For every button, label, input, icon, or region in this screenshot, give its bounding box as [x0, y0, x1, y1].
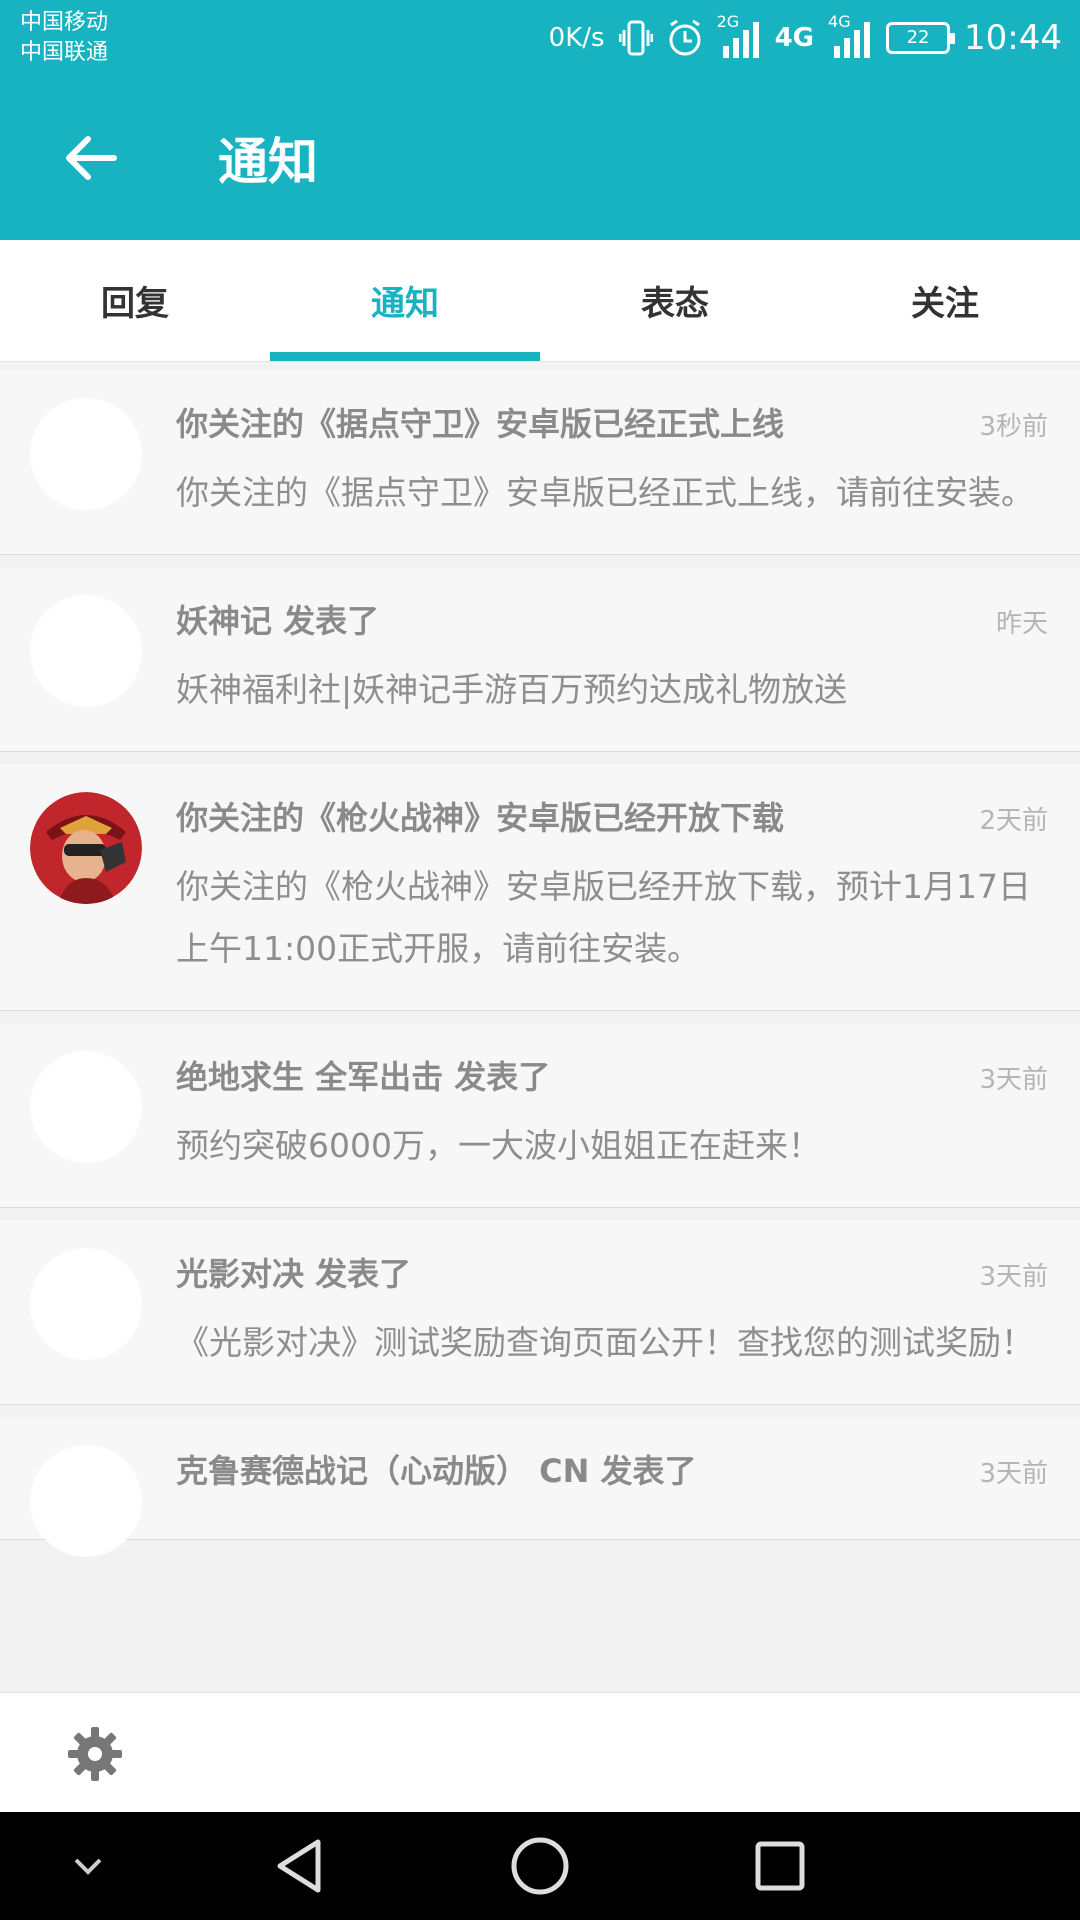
- tab-following[interactable]: 关注: [810, 240, 1080, 361]
- notification-title: 你关注的《据点守卫》安卓版已经正式上线: [176, 405, 785, 443]
- notification-time: 2天前: [979, 806, 1048, 836]
- tab-replies[interactable]: 回复: [0, 240, 270, 361]
- arrow-left-icon: [66, 136, 117, 180]
- notification-title: 妖神记 发表了: [176, 602, 380, 640]
- net-4g-label: 4G: [774, 23, 815, 53]
- list-item[interactable]: 绝地求生 全军出击 发表了 3天前 预约突破6000万，一大波小姐姐正在赶来！: [0, 1023, 1080, 1208]
- battery-indicator: 22: [886, 22, 956, 54]
- alarm-icon: [667, 19, 703, 57]
- nav-home-button[interactable]: [504, 1830, 576, 1902]
- app-bar: 通知: [0, 76, 1080, 240]
- avatar: [30, 792, 142, 904]
- carrier-1: 中国移动: [20, 10, 109, 35]
- notification-title: 光影对决 发表了: [176, 1255, 412, 1293]
- notification-time: 昨天: [995, 609, 1048, 639]
- notification-body: 你关注的《据点守卫》安卓版已经正式上线，请前往安装。: [176, 473, 1034, 512]
- notification-time: 3天前: [979, 1065, 1048, 1095]
- bottom-toolbar: [0, 1692, 1080, 1812]
- list-item[interactable]: 你关注的《据点守卫》安卓版已经正式上线 3秒前 你关注的《据点守卫》安卓版已经正…: [0, 370, 1080, 555]
- notification-body: 妖神福利社|妖神记手游百万预约达成礼物放送: [176, 670, 848, 709]
- back-triangle-icon: [277, 1839, 321, 1893]
- nav-collapse-button[interactable]: [52, 1830, 124, 1902]
- signal-4g: 4G: [828, 12, 872, 60]
- nav-back-button[interactable]: [264, 1830, 336, 1902]
- carrier-2: 中国联通: [20, 40, 109, 65]
- tab-reactions[interactable]: 表态: [540, 240, 810, 361]
- notification-time: 3天前: [979, 1459, 1048, 1489]
- list-item[interactable]: 妖神记 发表了 昨天 妖神福利社|妖神记手游百万预约达成礼物放送: [0, 567, 1080, 752]
- notification-body: 你关注的《枪火战神》安卓版已经开放下载，预计1月17日上午11:00正式开服，请…: [176, 867, 1031, 968]
- notification-time: 3秒前: [979, 412, 1048, 442]
- net-speed: 0K/s: [548, 23, 605, 53]
- carrier-info: 中国移动 中国联通: [20, 8, 108, 68]
- page-title: 通知: [218, 133, 318, 191]
- avatar: [30, 1445, 142, 1557]
- list-item[interactable]: 光影对决 发表了 3天前 《光影对决》测试奖励查询页面公开！查找您的测试奖励！: [0, 1220, 1080, 1405]
- notification-time: 3天前: [979, 1262, 1048, 1292]
- avatar: [30, 1248, 142, 1360]
- notification-title: 绝地求生 全军出击 发表了: [176, 1058, 551, 1096]
- game-character-avatar-icon: [30, 792, 142, 904]
- recents-square-icon: [755, 1841, 805, 1891]
- tab-notifications[interactable]: 通知: [270, 240, 540, 361]
- notification-body: 预约突破6000万，一大波小姐姐正在赶来！: [176, 1126, 821, 1165]
- avatar: [30, 398, 142, 510]
- gear-icon: [68, 1727, 122, 1781]
- nav-recents-button[interactable]: [744, 1830, 816, 1902]
- notification-list: 你关注的《据点守卫》安卓版已经正式上线 3秒前 你关注的《据点守卫》安卓版已经正…: [0, 362, 1080, 1692]
- notification-title: 克鲁赛德战记（心动版） CN 发表了: [176, 1452, 697, 1490]
- status-bar: 中国移动 中国联通 0K/s 2G 4G 4G 22 10:44: [0, 0, 1080, 76]
- back-button[interactable]: [50, 118, 130, 198]
- avatar: [30, 595, 142, 707]
- tab-bar: 回复 通知 表态 关注: [0, 240, 1080, 362]
- chevron-down-icon: [74, 1858, 102, 1875]
- list-item[interactable]: 克鲁赛德战记（心动版） CN 发表了 3天前: [0, 1417, 1080, 1557]
- signal-2g: 2G: [717, 12, 761, 60]
- home-circle-icon: [511, 1837, 569, 1895]
- notification-body: 《光影对决》测试奖励查询页面公开！查找您的测试奖励！: [176, 1323, 1034, 1362]
- settings-button[interactable]: [66, 1725, 124, 1783]
- notification-title: 你关注的《枪火战神》安卓版已经开放下载: [176, 799, 785, 837]
- system-nav-bar: [0, 1812, 1080, 1920]
- status-indicators: 0K/s 2G 4G 4G 22 10:44: [549, 0, 1062, 76]
- vibrate-icon: [618, 18, 653, 58]
- list-item[interactable]: 你关注的《枪火战神》安卓版已经开放下载 2天前 你关注的《枪火战神》安卓版已经开…: [0, 764, 1080, 1011]
- clock: 10:44: [964, 18, 1062, 58]
- avatar: [30, 1051, 142, 1163]
